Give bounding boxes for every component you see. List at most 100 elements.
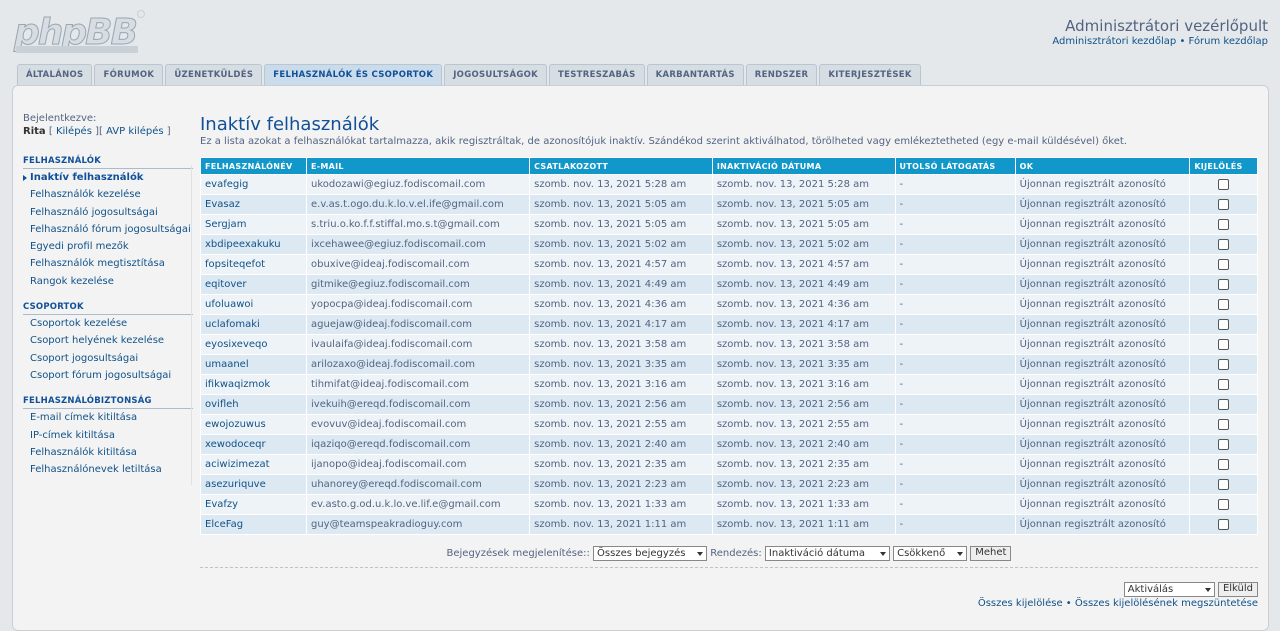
cell-username[interactable]: asezuriquve xyxy=(201,475,306,494)
acp-logout-link[interactable]: AVP kilépés xyxy=(106,126,163,137)
mark-checkbox[interactable] xyxy=(1218,238,1230,250)
mark-checkbox[interactable] xyxy=(1218,518,1230,530)
cell-username[interactable]: Evafzy xyxy=(201,495,306,514)
go-button[interactable]: Mehet xyxy=(970,545,1012,561)
cell-last-visit: - xyxy=(895,195,1015,214)
logout-link[interactable]: Kilépés xyxy=(56,126,92,137)
cell-username[interactable]: uclafomaki xyxy=(201,315,306,334)
tab-messaging[interactable]: ÜZENETKÜLDÉS xyxy=(165,64,263,85)
tab-forums[interactable]: FÓRUMOK xyxy=(94,64,164,85)
mark-checkbox[interactable] xyxy=(1218,378,1230,390)
sidebar-item-manage-groups[interactable]: Csoportok kezelése xyxy=(23,315,193,332)
mark-checkbox[interactable] xyxy=(1218,318,1230,330)
cell-username[interactable]: Sergjam xyxy=(201,215,306,234)
cell-username[interactable]: ElceFag xyxy=(201,515,306,534)
col-joined: CSATLAKOZOTT xyxy=(530,158,712,174)
cell-username[interactable]: ovifleh xyxy=(201,395,306,414)
tab-users-groups[interactable]: FELHASZNÁLÓK ÉS CSOPORTOK xyxy=(264,64,443,85)
mark-checkbox[interactable] xyxy=(1218,458,1230,470)
sidebar-item-inactive-users[interactable]: Inaktív felhasználók xyxy=(23,169,193,186)
tab-general[interactable]: ÁLTALÁNOS xyxy=(17,64,93,85)
sidebar-item-group-permissions[interactable]: Csoport jogosultságai xyxy=(23,350,193,367)
mark-checkbox[interactable] xyxy=(1218,258,1230,270)
mark-checkbox[interactable] xyxy=(1218,178,1230,190)
bracket: [ xyxy=(48,126,53,137)
sidebar-item-prune-users[interactable]: Felhasználók megtisztítása xyxy=(23,255,193,272)
sidebar-item-user-forum-permissions[interactable]: Felhasználó fórum jogosultságai xyxy=(23,221,193,238)
cell-username[interactable]: aciwizimezat xyxy=(201,455,306,474)
tab-permissions[interactable]: JOGOSULTSÁGOK xyxy=(444,64,548,85)
sidebar-item-user-permissions[interactable]: Felhasználó jogosultságai xyxy=(23,204,193,221)
mark-checkbox[interactable] xyxy=(1218,498,1230,510)
sidebar-item-manage-users[interactable]: Felhasználók kezelése xyxy=(23,186,193,203)
cell-username[interactable]: eqitover xyxy=(201,275,306,294)
cell-inactive-date: szomb. nov. 13, 2021 4:49 am xyxy=(712,275,895,294)
cell-reason: Újonnan regisztrált azonosító xyxy=(1015,515,1190,534)
cell-username[interactable]: eyosixeveqo xyxy=(201,335,306,354)
acp-home-link[interactable]: Adminisztrátori kezdőlap xyxy=(1052,36,1176,47)
mark-checkbox[interactable] xyxy=(1218,438,1230,450)
order-select[interactable]: Csökkenő xyxy=(893,545,968,561)
cell-inactive-date: szomb. nov. 13, 2021 3:58 am xyxy=(712,335,895,354)
cell-joined: szomb. nov. 13, 2021 3:35 am xyxy=(530,355,712,374)
cell-username[interactable]: umaanel xyxy=(201,355,306,374)
select-all-link[interactable]: Összes kijelölése xyxy=(978,598,1063,609)
cell-username[interactable]: xewodoceqr xyxy=(201,435,306,454)
action-select[interactable]: Aktiválás xyxy=(1123,582,1215,597)
cell-inactive-date: szomb. nov. 13, 2021 2:23 am xyxy=(712,475,895,494)
sidebar-item-ban-emails[interactable]: E-mail címek kitiltása xyxy=(23,409,193,426)
mark-checkbox[interactable] xyxy=(1218,418,1230,430)
table-row: uclafomaki aguejaw@ideaj.fodiscomail.com s… xyxy=(201,315,1257,334)
phpbb-logo[interactable]: phpBB xyxy=(12,8,147,56)
unselect-all-link[interactable]: Összes kijelölésének megszüntetése xyxy=(1075,598,1258,609)
cell-mark xyxy=(1190,495,1257,514)
cell-email: ev.asto.g.od.u.k.lo.ve.lif.e@gmail.com xyxy=(307,495,530,514)
cell-username[interactable]: evafegig xyxy=(201,175,306,194)
cell-username[interactable]: ifikwaqizmok xyxy=(201,375,306,394)
show-select[interactable]: Összes bejegyzés xyxy=(593,545,708,561)
tab-extensions[interactable]: KITERJESZTÉSEK xyxy=(819,64,921,85)
mark-checkbox[interactable] xyxy=(1218,358,1230,370)
tab-system[interactable]: RENDSZER xyxy=(745,64,818,85)
cell-last-visit: - xyxy=(895,295,1015,314)
cell-joined: szomb. nov. 13, 2021 3:58 am xyxy=(530,335,712,354)
sidebar-item-group-forum-permissions[interactable]: Csoport fórum jogosultságai xyxy=(23,367,193,384)
cell-username[interactable]: fopsiteqefot xyxy=(201,255,306,274)
mark-checkbox[interactable] xyxy=(1218,338,1230,350)
sidebar-item-ranks[interactable]: Rangok kezelése xyxy=(23,273,193,290)
cell-username[interactable]: Evasaz xyxy=(201,195,306,214)
action-bar: Aktiválás Elküld xyxy=(1123,582,1258,597)
filter-bar: Bejegyzések megjelenítése:: Összes bejeg… xyxy=(200,545,1258,563)
table-row: ifikwaqizmok tihmifat@ideaj.fodiscomail.c… xyxy=(201,375,1257,394)
sidebar-item-ban-ips[interactable]: IP-címek kitiltása xyxy=(23,427,193,444)
login-label: Bejelentkezve: xyxy=(23,113,97,124)
mark-checkbox[interactable] xyxy=(1218,478,1230,490)
tab-customise[interactable]: TESTRESZABÁS xyxy=(549,64,645,85)
cell-mark xyxy=(1190,515,1257,534)
cell-reason: Újonnan regisztrált azonosító xyxy=(1015,415,1190,434)
chevron-down-icon xyxy=(1204,588,1211,592)
sidebar-divider xyxy=(191,165,192,485)
cell-username[interactable]: ufoluawoi xyxy=(201,295,306,314)
cell-username[interactable]: xbdipeexakuku xyxy=(201,235,306,254)
sort-select[interactable]: Inaktiváció dátuma xyxy=(764,545,890,561)
mark-checkbox[interactable] xyxy=(1218,298,1230,310)
cell-last-visit: - xyxy=(895,175,1015,194)
sidebar: Bejelentkezve: Rita [ Kilépés ][ AVP kil… xyxy=(23,113,193,478)
sidebar-item-disallow-usernames[interactable]: Felhasználónevek letiltása xyxy=(23,461,193,478)
sidebar-item-profile-fields[interactable]: Egyedi profil mezők xyxy=(23,238,193,255)
tab-maintenance[interactable]: KARBANTARTÁS xyxy=(646,64,744,85)
submit-button[interactable]: Elküld xyxy=(1217,582,1258,597)
mark-checkbox[interactable] xyxy=(1218,198,1230,210)
sidebar-item-group-position[interactable]: Csoport helyének kezelése xyxy=(23,332,193,349)
cell-username[interactable]: ewojozuwus xyxy=(201,415,306,434)
forum-home-link[interactable]: Fórum kezdőlap xyxy=(1189,36,1268,47)
cell-mark xyxy=(1190,355,1257,374)
mark-checkbox[interactable] xyxy=(1218,218,1230,230)
cell-mark xyxy=(1190,395,1257,414)
mark-checkbox[interactable] xyxy=(1218,278,1230,290)
cell-reason: Újonnan regisztrált azonosító xyxy=(1015,335,1190,354)
mark-checkbox[interactable] xyxy=(1218,398,1230,410)
table-row: umaanel arilozaxo@ideaj.fodiscomail.com sz… xyxy=(201,355,1257,374)
sidebar-item-ban-users[interactable]: Felhasználók kitiltása xyxy=(23,444,193,461)
